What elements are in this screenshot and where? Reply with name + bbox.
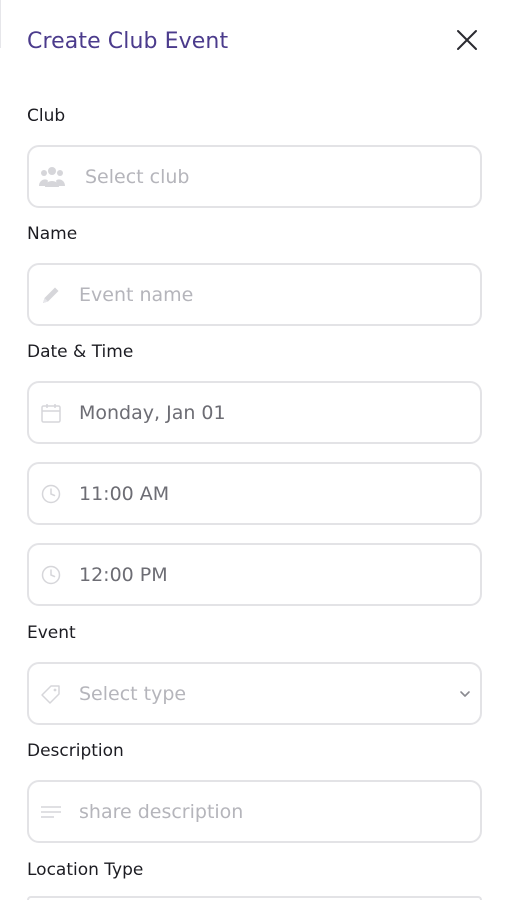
date-picker[interactable]: Monday, Jan 01 (27, 381, 482, 444)
lines-icon (39, 800, 63, 824)
club-label: Club (27, 106, 66, 126)
name-label: Name (27, 224, 78, 244)
users-icon (39, 165, 65, 189)
datetime-label: Date & Time (27, 342, 134, 362)
description-placeholder: share description (79, 800, 244, 823)
clock-icon (39, 563, 63, 587)
date-value: Monday, Jan 01 (79, 401, 226, 424)
event-label: Event (27, 623, 76, 643)
event-name-placeholder: Event name (79, 283, 194, 306)
close-button[interactable] (451, 24, 483, 56)
chevron-down-icon (458, 687, 472, 701)
location-type-select[interactable] (27, 896, 482, 900)
description-input[interactable]: share description (27, 780, 482, 843)
description-label: Description (27, 741, 124, 761)
dialog-title: Create Club Event (27, 29, 229, 54)
event-type-placeholder: Select type (79, 682, 187, 705)
start-time-value: 11:00 AM (79, 482, 170, 505)
dialog-header: Create Club Event (27, 24, 483, 62)
end-time-picker[interactable]: 12:00 PM (27, 543, 482, 606)
end-time-value: 12:00 PM (79, 563, 168, 586)
event-type-select[interactable]: Select type (27, 662, 482, 725)
pencil-icon (39, 283, 63, 307)
event-name-input[interactable]: Event name (27, 263, 482, 326)
calendar-icon (39, 401, 63, 425)
left-edge-divider (0, 0, 1, 48)
start-time-picker[interactable]: 11:00 AM (27, 462, 482, 525)
location-type-label: Location Type (27, 860, 144, 880)
tag-icon (39, 682, 63, 706)
club-placeholder: Select club (85, 165, 190, 188)
close-icon (457, 30, 477, 50)
club-select[interactable]: Select club (27, 145, 482, 208)
clock-icon (39, 482, 63, 506)
